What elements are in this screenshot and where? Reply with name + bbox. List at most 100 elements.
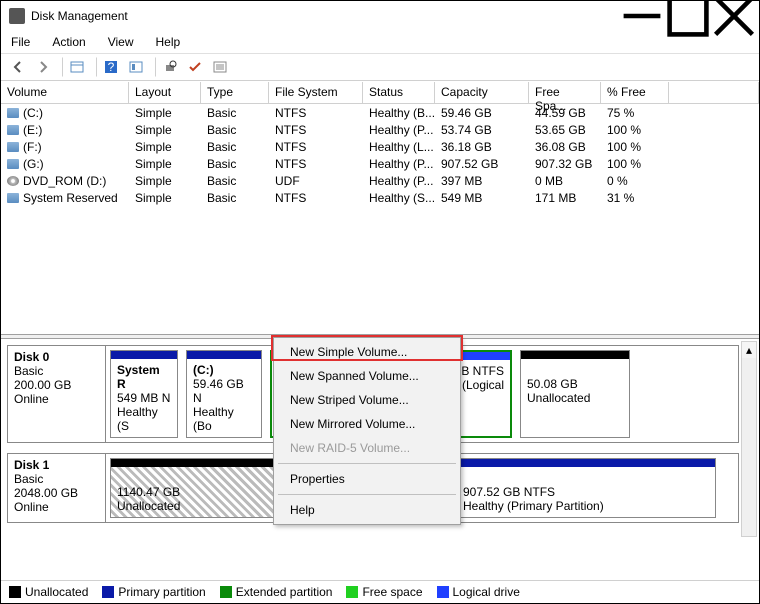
refresh-button[interactable] <box>159 56 181 78</box>
separator <box>57 57 63 77</box>
volume-row[interactable]: System ReservedSimpleBasicNTFSHealthy (S… <box>1 189 759 206</box>
volume-row[interactable]: (C:)SimpleBasicNTFSHealthy (B...59.46 GB… <box>1 104 759 121</box>
menu-file[interactable]: File <box>7 33 34 51</box>
part-size: 59.46 GB N <box>193 377 244 405</box>
volume-grid: Volume Layout Type File System Status Ca… <box>1 81 759 206</box>
col-volume[interactable]: Volume <box>1 82 129 103</box>
col-layout[interactable]: Layout <box>129 82 201 103</box>
titlebar: Disk Management <box>1 1 759 31</box>
ctx-separator <box>278 463 456 464</box>
swatch-free <box>346 586 358 598</box>
disk-icon <box>7 193 19 203</box>
minimize-button[interactable] <box>619 2 665 30</box>
check-button[interactable] <box>184 56 206 78</box>
part-size: 1140.47 GB <box>117 485 180 499</box>
ctx-new-raid5-volume: New RAID-5 Volume... <box>276 436 458 460</box>
maximize-button[interactable] <box>665 2 711 30</box>
ctx-new-mirrored-volume[interactable]: New Mirrored Volume... <box>276 412 458 436</box>
part-size: 50.08 GB <box>527 377 578 391</box>
scrollbar[interactable]: ▴ <box>741 341 757 537</box>
swatch-extended <box>220 586 232 598</box>
separator <box>91 57 97 77</box>
part-name: System R <box>117 363 160 391</box>
partition-bar <box>521 351 629 359</box>
disk-label-1[interactable]: Disk 1 Basic 2048.00 GB Online <box>8 454 106 522</box>
disk-title: Disk 0 <box>14 350 49 364</box>
col-type[interactable]: Type <box>201 82 269 103</box>
volume-row[interactable]: (E:)SimpleBasicNTFSHealthy (P...53.74 GB… <box>1 121 759 138</box>
disk-state: Online <box>14 500 49 514</box>
col-freespace[interactable]: Free Spa... <box>529 82 601 103</box>
partition-g[interactable]: 907.52 GB NTFSHealthy (Primary Partition… <box>456 458 716 518</box>
col-status[interactable]: Status <box>363 82 435 103</box>
ctx-new-spanned-volume[interactable]: New Spanned Volume... <box>276 364 458 388</box>
ctx-separator <box>278 494 456 495</box>
context-menu: New Simple Volume... New Spanned Volume.… <box>273 337 461 525</box>
settings-button[interactable] <box>125 56 147 78</box>
col-capacity[interactable]: Capacity <box>435 82 529 103</box>
part-size: 549 MB N <box>117 391 170 405</box>
part-name: (C:) <box>193 363 214 377</box>
ctx-help[interactable]: Help <box>276 498 458 522</box>
partition-system-reserved[interactable]: System R549 MB NHealthy (S <box>110 350 178 438</box>
part-status: Healthy (Bo <box>193 405 234 433</box>
disk-icon <box>7 125 19 135</box>
legend-unallocated: Unallocated <box>25 585 88 599</box>
ctx-properties[interactable]: Properties <box>276 467 458 491</box>
separator <box>150 57 156 77</box>
legend-primary: Primary partition <box>118 585 205 599</box>
ctx-new-simple-volume[interactable]: New Simple Volume... <box>276 340 458 364</box>
grid-header: Volume Layout Type File System Status Ca… <box>1 82 759 104</box>
forward-button[interactable] <box>32 56 54 78</box>
window-title: Disk Management <box>31 9 619 23</box>
swatch-unallocated <box>9 586 21 598</box>
partition-c[interactable]: (C:)59.46 GB NHealthy (Bo <box>186 350 262 438</box>
svg-text:?: ? <box>108 60 115 74</box>
part-status: Unallocated <box>527 391 590 405</box>
swatch-logical <box>437 586 449 598</box>
col-filesystem[interactable]: File System <box>269 82 363 103</box>
ctx-new-striped-volume[interactable]: New Striped Volume... <box>276 388 458 412</box>
dvd-icon <box>7 176 19 186</box>
disk-title: Disk 1 <box>14 458 49 472</box>
legend-free: Free space <box>362 585 422 599</box>
app-icon <box>9 8 25 24</box>
disk-state: Online <box>14 392 49 406</box>
toolbar: ? <box>1 53 759 81</box>
disk-size: 200.00 GB <box>14 378 71 392</box>
menu-action[interactable]: Action <box>48 33 89 51</box>
scroll-up-icon[interactable]: ▴ <box>742 342 756 358</box>
back-button[interactable] <box>7 56 29 78</box>
partition-unallocated[interactable]: 50.08 GBUnallocated <box>520 350 630 438</box>
legend-logical: Logical drive <box>453 585 520 599</box>
volume-row[interactable]: DVD_ROM (D:)SimpleBasicUDFHealthy (P...3… <box>1 172 759 189</box>
part-size: 907.52 GB NTFS <box>463 485 555 499</box>
menu-help[interactable]: Help <box>152 33 185 51</box>
disk-type: Basic <box>14 364 43 378</box>
part-status: Healthy (Primary Partition) <box>463 499 604 513</box>
close-button[interactable] <box>711 2 757 30</box>
menu-view[interactable]: View <box>104 33 138 51</box>
disk-size: 2048.00 GB <box>14 486 78 500</box>
disk-type: Basic <box>14 472 43 486</box>
disk-icon <box>7 159 19 169</box>
swatch-primary <box>102 586 114 598</box>
disk-icon <box>7 142 19 152</box>
volume-row[interactable]: (F:)SimpleBasicNTFSHealthy (L...36.18 GB… <box>1 138 759 155</box>
volume-row[interactable]: (G:)SimpleBasicNTFSHealthy (P...907.52 G… <box>1 155 759 172</box>
legend: Unallocated Primary partition Extended p… <box>1 580 759 603</box>
part-status: Healthy (S <box>117 405 158 433</box>
col-filler <box>669 82 759 103</box>
disk-label-0[interactable]: Disk 0 Basic 200.00 GB Online <box>8 346 106 442</box>
partition-bar <box>111 351 177 359</box>
col-pctfree[interactable]: % Free <box>601 82 669 103</box>
views-button[interactable] <box>66 56 88 78</box>
part-size: B NTFS <box>461 364 504 378</box>
partition-bar <box>187 351 261 359</box>
list-button[interactable] <box>209 56 231 78</box>
part-status: Unallocated <box>117 499 180 513</box>
partition-bar <box>457 459 715 467</box>
help-button[interactable]: ? <box>100 56 122 78</box>
legend-extended: Extended partition <box>236 585 333 599</box>
disk-icon <box>7 108 19 118</box>
